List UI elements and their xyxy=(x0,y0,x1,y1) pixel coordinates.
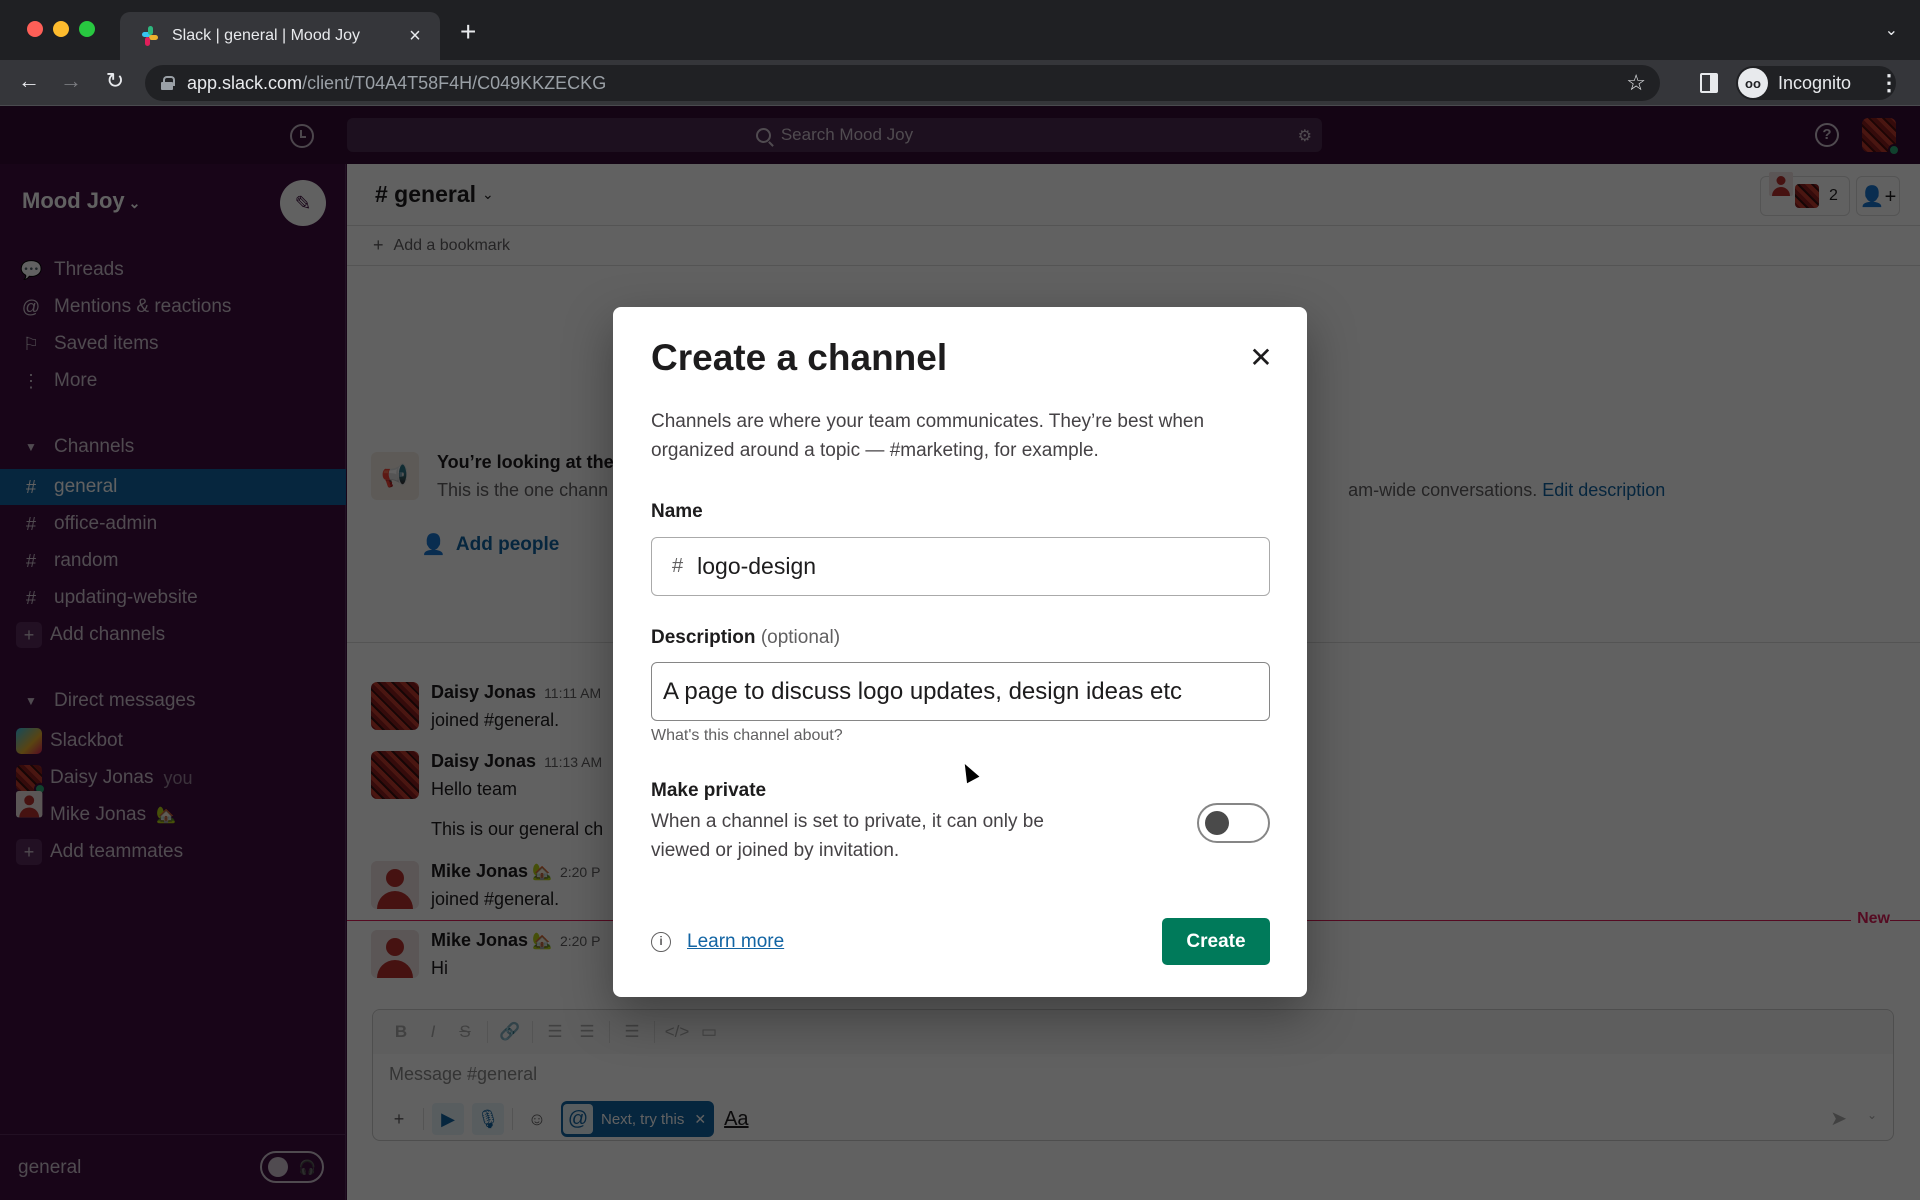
slack-logo-icon xyxy=(140,26,160,46)
reload-button[interactable]: ↻ xyxy=(100,68,130,94)
url-host: app.slack.com xyxy=(187,72,303,93)
description-hint: What's this channel about? xyxy=(651,727,843,744)
lock-icon xyxy=(161,76,175,90)
close-button[interactable]: ✕ xyxy=(1243,341,1279,377)
name-label: Name xyxy=(651,501,703,522)
make-private-toggle[interactable] xyxy=(1197,803,1270,843)
browser-toolbar: ← → ↻ app.slack.com /client/T04A4T58F4H/… xyxy=(0,60,1920,106)
window-maximize-button[interactable] xyxy=(79,21,95,37)
hash-icon: # xyxy=(672,555,684,577)
new-tab-button[interactable]: + xyxy=(460,16,476,48)
create-button[interactable]: Create xyxy=(1162,918,1270,965)
window-minimize-button[interactable] xyxy=(53,21,69,37)
channel-description-value: A page to discuss logo updates, design i… xyxy=(663,677,1183,705)
channel-name-input[interactable]: # logo-design xyxy=(651,537,1270,596)
browser-menu-icon[interactable]: ⋮ xyxy=(1878,70,1900,96)
window-close-button[interactable] xyxy=(27,21,43,37)
browser-tab-strip: Slack | general | Mood Joy × + ⌄ xyxy=(0,0,1920,60)
tab-close-icon[interactable]: × xyxy=(404,25,426,48)
dialog-intro: Channels are where your team communicate… xyxy=(651,411,1205,461)
channel-name-value: logo-design xyxy=(697,553,817,579)
create-channel-dialog: Create a channel ✕ Channels are where yo… xyxy=(613,307,1307,997)
side-panel-icon[interactable] xyxy=(1700,73,1718,93)
forward-button[interactable]: → xyxy=(56,68,86,94)
optional-tag: (optional) xyxy=(760,627,841,648)
browser-tab[interactable]: Slack | general | Mood Joy × xyxy=(120,12,440,60)
channel-description-input[interactable]: A page to discuss logo updates, design i… xyxy=(651,662,1270,721)
incognito-profile[interactable]: oo Incognito xyxy=(1736,66,1896,100)
back-button[interactable]: ← xyxy=(14,68,44,94)
info-icon: i xyxy=(651,932,671,952)
incognito-label: Incognito xyxy=(1778,72,1852,93)
toggle-knob xyxy=(1205,811,1229,835)
incognito-icon: oo xyxy=(1738,68,1768,98)
make-private-description: When a channel is set to private, it can… xyxy=(651,811,1044,861)
learn-more-row: i Learn more xyxy=(651,931,784,953)
make-private-label: Make private xyxy=(651,780,767,801)
url-path: /client/T04A4T58F4H/C049KKZECKG xyxy=(302,72,607,93)
learn-more-link[interactable]: Learn more xyxy=(687,931,784,953)
tab-title: Slack | general | Mood Joy xyxy=(172,27,360,44)
close-icon: ✕ xyxy=(1249,342,1273,373)
description-label: Description (optional) xyxy=(651,627,840,649)
address-bar[interactable]: app.slack.com /client/T04A4T58F4H/C049KK… xyxy=(145,65,1660,101)
dialog-title: Create a channel xyxy=(651,337,948,378)
bookmark-star-icon[interactable]: ☆ xyxy=(1626,70,1646,96)
tab-search-chevron-icon[interactable]: ⌄ xyxy=(1885,20,1898,40)
description-label-text: Description xyxy=(651,627,756,648)
